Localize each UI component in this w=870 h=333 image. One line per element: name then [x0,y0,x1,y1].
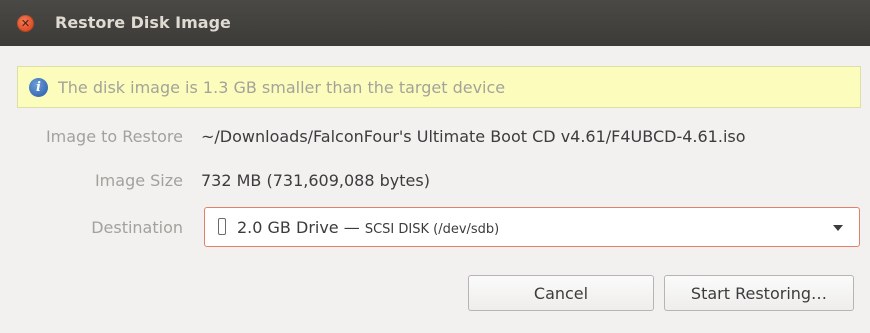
image-size-value: 732 MB (731,609,088 bytes) [201,171,430,190]
info-icon: i [29,78,48,97]
close-icon: ✕ [20,17,31,30]
drive-separator: — [338,218,365,237]
info-bar: i The disk image is 1.3 GB smaller than … [17,66,861,108]
drive-icon [218,218,226,235]
destination-selected-value: 2.0 GB Drive — SCSI DISK (/dev/sdb) [237,218,499,237]
restore-disk-image-dialog: ✕ Restore Disk Image i The disk image is… [0,0,870,333]
cancel-button[interactable]: Cancel [468,275,654,311]
start-restoring-button[interactable]: Start Restoring… [664,275,854,311]
image-to-restore-value: ~/Downloads/FalconFour's Ultimate Boot C… [201,127,746,146]
title-bar: ✕ Restore Disk Image [0,0,870,46]
image-to-restore-label: Image to Restore [45,127,183,146]
destination-label: Destination [91,218,183,237]
image-size-label: Image Size [94,171,183,190]
info-message: The disk image is 1.3 GB smaller than th… [58,78,506,97]
drive-detail: SCSI DISK (/dev/sdb) [364,222,500,237]
window-title: Restore Disk Image [55,13,231,32]
close-button[interactable]: ✕ [17,15,34,32]
drive-name: 2.0 GB Drive [237,218,339,237]
destination-dropdown[interactable]: 2.0 GB Drive — SCSI DISK (/dev/sdb) [204,207,860,247]
chevron-down-icon [833,225,843,231]
